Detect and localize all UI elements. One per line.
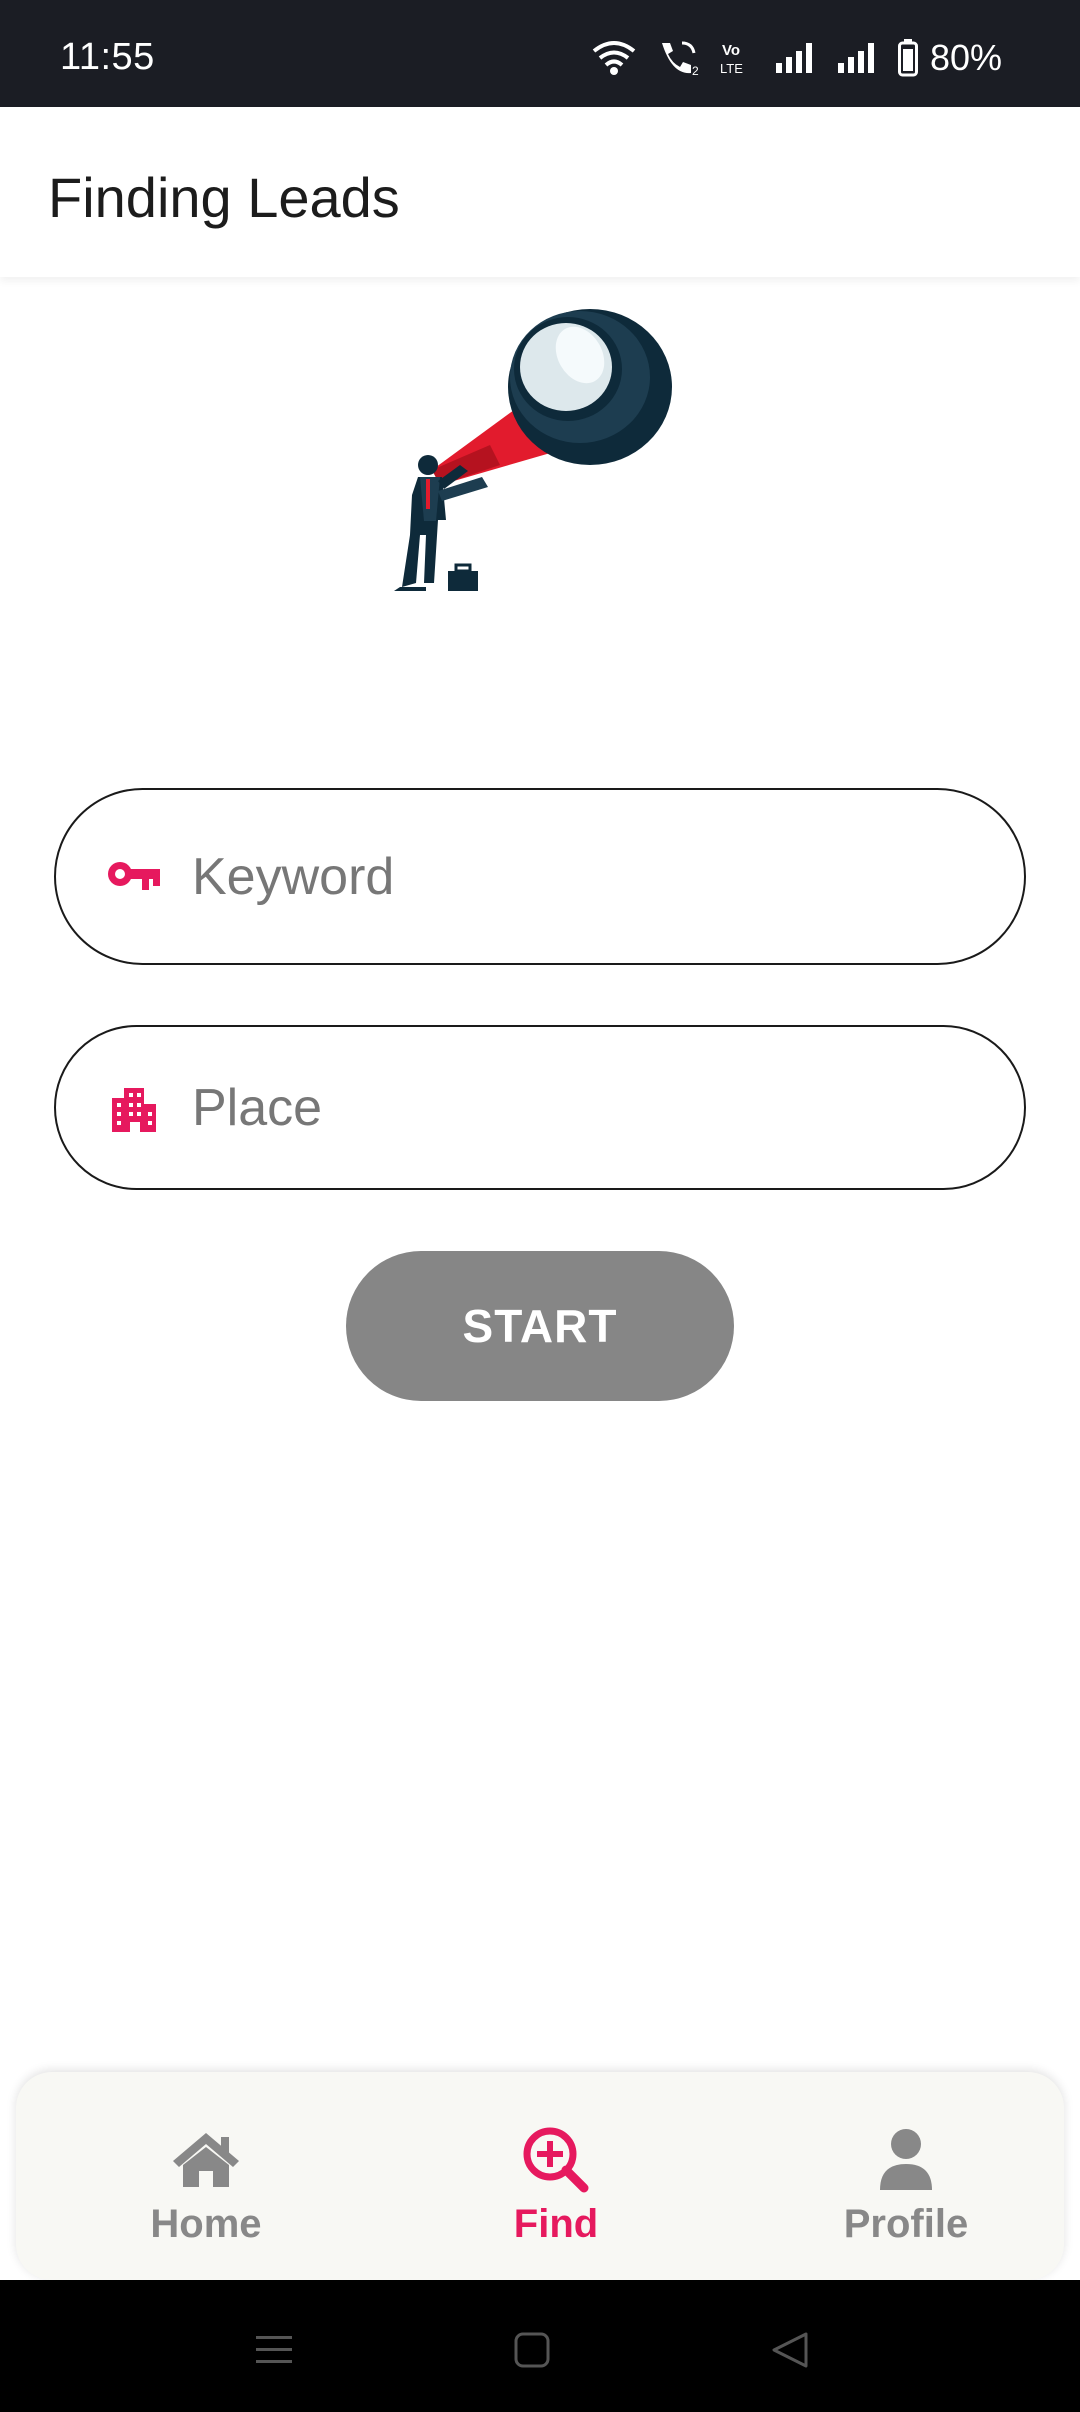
key-icon <box>104 852 164 902</box>
nav-label-home: Home <box>150 2202 262 2246</box>
businessman-telescope-illustration <box>380 295 680 600</box>
nav-item-find[interactable]: Find <box>436 2072 676 2280</box>
menu-icon[interactable] <box>244 2320 304 2380</box>
status-bar: 11:55 2 Vo LTE 80% <box>0 0 1080 107</box>
app-bar: Finding Leads <box>0 107 1080 277</box>
svg-text:LTE: LTE <box>720 61 743 76</box>
system-navigation-bar <box>0 2280 1080 2412</box>
battery-percentage: 80% <box>929 37 1002 78</box>
person-icon <box>878 2124 934 2196</box>
nav-label-find: Find <box>513 2202 599 2246</box>
signal-icon <box>774 41 818 75</box>
nav-item-home[interactable]: Home <box>86 2072 326 2280</box>
back-triangle-icon[interactable] <box>760 2320 820 2380</box>
start-button[interactable]: START <box>346 1251 734 1401</box>
nav-label-profile: Profile <box>843 2202 969 2246</box>
svg-text:2: 2 <box>692 64 699 77</box>
status-icons: 2 Vo LTE 80% <box>590 37 1002 78</box>
wifi-icon <box>590 39 638 77</box>
home-icon <box>171 2124 241 2196</box>
home-square-icon[interactable] <box>502 2320 562 2380</box>
status-time: 11:55 <box>60 36 155 78</box>
svg-text:Vo: Vo <box>722 42 740 59</box>
volte-icon: Vo LTE <box>720 39 756 77</box>
zoom-in-icon <box>520 2124 592 2196</box>
keyword-input[interactable] <box>192 836 984 917</box>
nav-item-profile[interactable]: Profile <box>786 2072 1026 2280</box>
signal-icon <box>836 41 880 75</box>
battery-icon <box>897 39 918 77</box>
place-input[interactable] <box>192 1067 984 1148</box>
building-icon <box>104 1083 164 1133</box>
bottom-navigation: Home Find Profile <box>16 2072 1064 2280</box>
wifi-calling-icon: 2 <box>656 39 702 77</box>
place-field-container[interactable] <box>54 1025 1026 1190</box>
page-title: Finding Leads <box>48 166 400 229</box>
keyword-field-container[interactable] <box>54 788 1026 965</box>
